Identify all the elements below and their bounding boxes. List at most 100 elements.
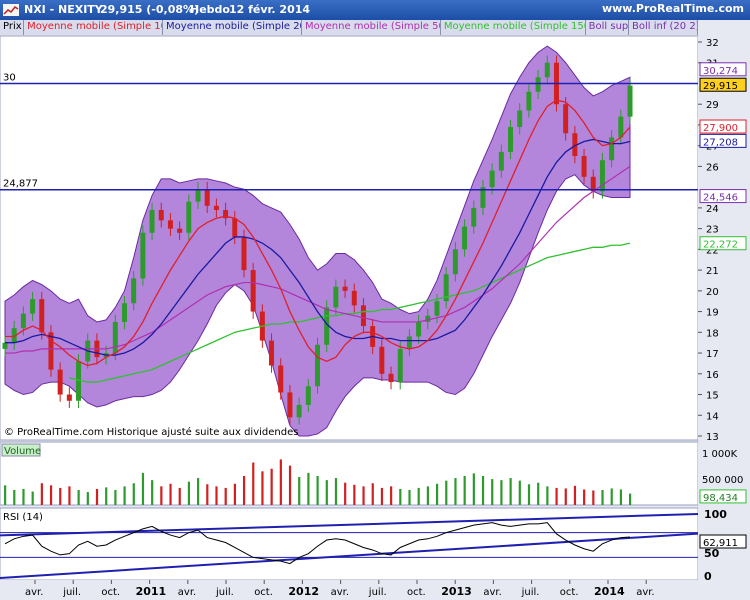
volume-bar bbox=[95, 488, 99, 505]
price-candle bbox=[553, 62, 559, 105]
rsi-tick-label: 0 bbox=[704, 570, 712, 583]
volume-bar bbox=[610, 488, 613, 505]
volume-bar bbox=[583, 489, 586, 505]
legend-item-2[interactable]: Moyenne mobile (Simple 20) bbox=[163, 20, 302, 35]
volume-bar bbox=[537, 482, 540, 505]
volume-bar bbox=[197, 478, 200, 505]
ma20-line bbox=[5, 138, 631, 356]
volume-bar bbox=[399, 488, 402, 505]
price-candle bbox=[57, 369, 63, 395]
price-candle bbox=[517, 110, 523, 128]
time-tick-label: avr. bbox=[331, 587, 349, 598]
legend-item-3[interactable]: Moyenne mobile (Simple 50) bbox=[302, 20, 441, 35]
legend-item-5[interactable]: Boll sup bbox=[586, 20, 629, 35]
price-candle bbox=[360, 305, 366, 327]
volume-bar bbox=[169, 483, 172, 505]
price-candle bbox=[232, 218, 238, 237]
price-tag-label-boll_sup: 30,274 bbox=[703, 66, 738, 77]
volume-bar bbox=[500, 480, 503, 505]
price-candle bbox=[269, 340, 275, 366]
time-tick-label: oct. bbox=[560, 587, 579, 598]
price-axis bbox=[698, 36, 750, 440]
price-tick-label: 16 bbox=[706, 370, 719, 381]
legend-item-6[interactable]: Boll inf (20 2) bbox=[629, 20, 699, 35]
price-candle bbox=[241, 236, 247, 271]
price-candle bbox=[30, 299, 36, 314]
time-tick-label: juil. bbox=[368, 587, 387, 598]
volume-panel bbox=[0, 441, 699, 506]
price-candle bbox=[480, 187, 486, 208]
price-candle bbox=[131, 278, 137, 304]
volume-last-tag bbox=[699, 489, 747, 504]
volume-bar bbox=[288, 465, 292, 505]
volume-bar bbox=[380, 487, 384, 505]
indicator-legend: Prix Moyenne mobile (Simple 10) Moyenne mo… bbox=[0, 20, 699, 35]
last-price-label: 29,915 (-0,08%) bbox=[100, 3, 200, 16]
price-candle bbox=[85, 340, 91, 362]
volume-bar bbox=[491, 479, 494, 505]
price-tick-label: 31 bbox=[706, 59, 719, 70]
time-tick-label: avr. bbox=[483, 587, 501, 598]
legend-item-1[interactable]: Moyenne mobile (Simple 10) bbox=[24, 20, 164, 35]
volume-title: Volume bbox=[4, 446, 41, 457]
volume-bar bbox=[362, 486, 365, 505]
price-candle bbox=[204, 189, 210, 206]
price-tick-label: 21 bbox=[706, 266, 719, 277]
time-tick-label: 2013 bbox=[441, 585, 472, 598]
price-tick-label: 20 bbox=[706, 287, 719, 298]
volume-bar bbox=[555, 487, 558, 505]
price-tick-label: 13 bbox=[706, 432, 719, 443]
legend-item-0[interactable]: Prix bbox=[0, 20, 25, 35]
price-tick-label: 29 bbox=[706, 100, 719, 111]
price-tick-label: 22 bbox=[706, 245, 719, 256]
volume-tick-label: 1 000K bbox=[702, 449, 738, 460]
legend-item-4[interactable]: Moyenne mobile (Simple 150) bbox=[441, 20, 586, 35]
price-candle bbox=[406, 336, 412, 349]
price-tag-label-ma20: 27,208 bbox=[703, 137, 738, 148]
volume-bar bbox=[435, 483, 439, 505]
volume-bar bbox=[546, 486, 549, 505]
price-candle bbox=[177, 228, 183, 233]
price-candle bbox=[66, 394, 72, 401]
volume-bar bbox=[40, 483, 43, 505]
volume-bar bbox=[463, 475, 466, 505]
volume-bar bbox=[105, 487, 108, 505]
volume-bar bbox=[481, 475, 485, 505]
volume-bar bbox=[445, 480, 448, 505]
price-tag-ma150 bbox=[699, 236, 747, 251]
price-candle bbox=[195, 189, 201, 202]
price-tag-ma20 bbox=[699, 133, 747, 148]
price-candle bbox=[305, 386, 311, 405]
volume-bar bbox=[68, 486, 71, 505]
volume-bar bbox=[270, 468, 273, 505]
watermark-text: © ProRealTime.com Historique ajusté suit… bbox=[4, 426, 298, 438]
volume-bar bbox=[86, 492, 89, 505]
rsi-line bbox=[4, 522, 631, 565]
volume-bar bbox=[141, 472, 145, 505]
price-candle bbox=[76, 361, 82, 401]
rsi-panel bbox=[0, 507, 699, 581]
price-candle bbox=[296, 404, 302, 418]
volume-tick-label: 500 000 bbox=[702, 475, 743, 486]
volume-bar bbox=[371, 483, 374, 505]
price-candle bbox=[462, 226, 468, 250]
volume-bar bbox=[261, 471, 264, 505]
price-candle bbox=[498, 151, 504, 171]
price-candle bbox=[526, 91, 532, 111]
volume-bar bbox=[592, 490, 595, 505]
price-candle bbox=[2, 342, 8, 349]
time-tick-label: avr. bbox=[636, 587, 654, 598]
price-candle bbox=[213, 205, 219, 210]
time-tick-label: juil. bbox=[215, 587, 234, 598]
price-candle bbox=[471, 207, 477, 227]
rsi-last-tag bbox=[699, 534, 747, 549]
volume-bar bbox=[252, 462, 255, 505]
volume-bar bbox=[77, 489, 80, 505]
volume-bar bbox=[573, 485, 577, 505]
ma10-line bbox=[5, 99, 631, 367]
price-candle bbox=[544, 62, 550, 78]
time-tick-label: oct. bbox=[254, 587, 273, 598]
price-candle bbox=[443, 274, 449, 302]
price-candle bbox=[388, 373, 394, 383]
volume-bar bbox=[279, 459, 282, 505]
